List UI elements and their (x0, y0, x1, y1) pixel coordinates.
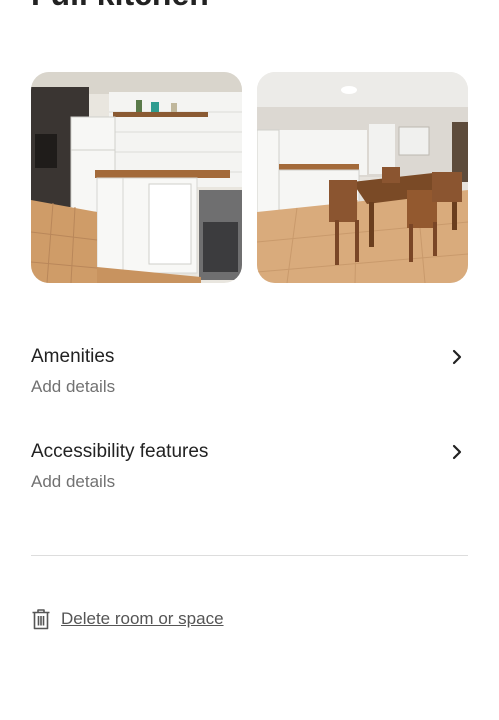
chevron-right-icon (452, 444, 462, 460)
accessibility-features-row[interactable]: Accessibility features Add details (31, 435, 468, 499)
amenities-title: Amenities (31, 346, 115, 367)
page-title: Full kitchen (31, 0, 209, 10)
dining-photo[interactable] (257, 72, 468, 283)
kitchen-photo[interactable] (31, 72, 242, 283)
accessibility-features-subtitle: Add details (31, 472, 116, 491)
divider (31, 555, 468, 556)
trash-icon (32, 609, 50, 630)
amenities-row[interactable]: Amenities Add details (31, 340, 468, 404)
accessibility-features-title: Accessibility features (31, 441, 209, 462)
amenities-subtitle: Add details (31, 377, 116, 396)
chevron-right-icon (452, 349, 462, 365)
delete-room-label: Delete room or space (61, 609, 224, 628)
